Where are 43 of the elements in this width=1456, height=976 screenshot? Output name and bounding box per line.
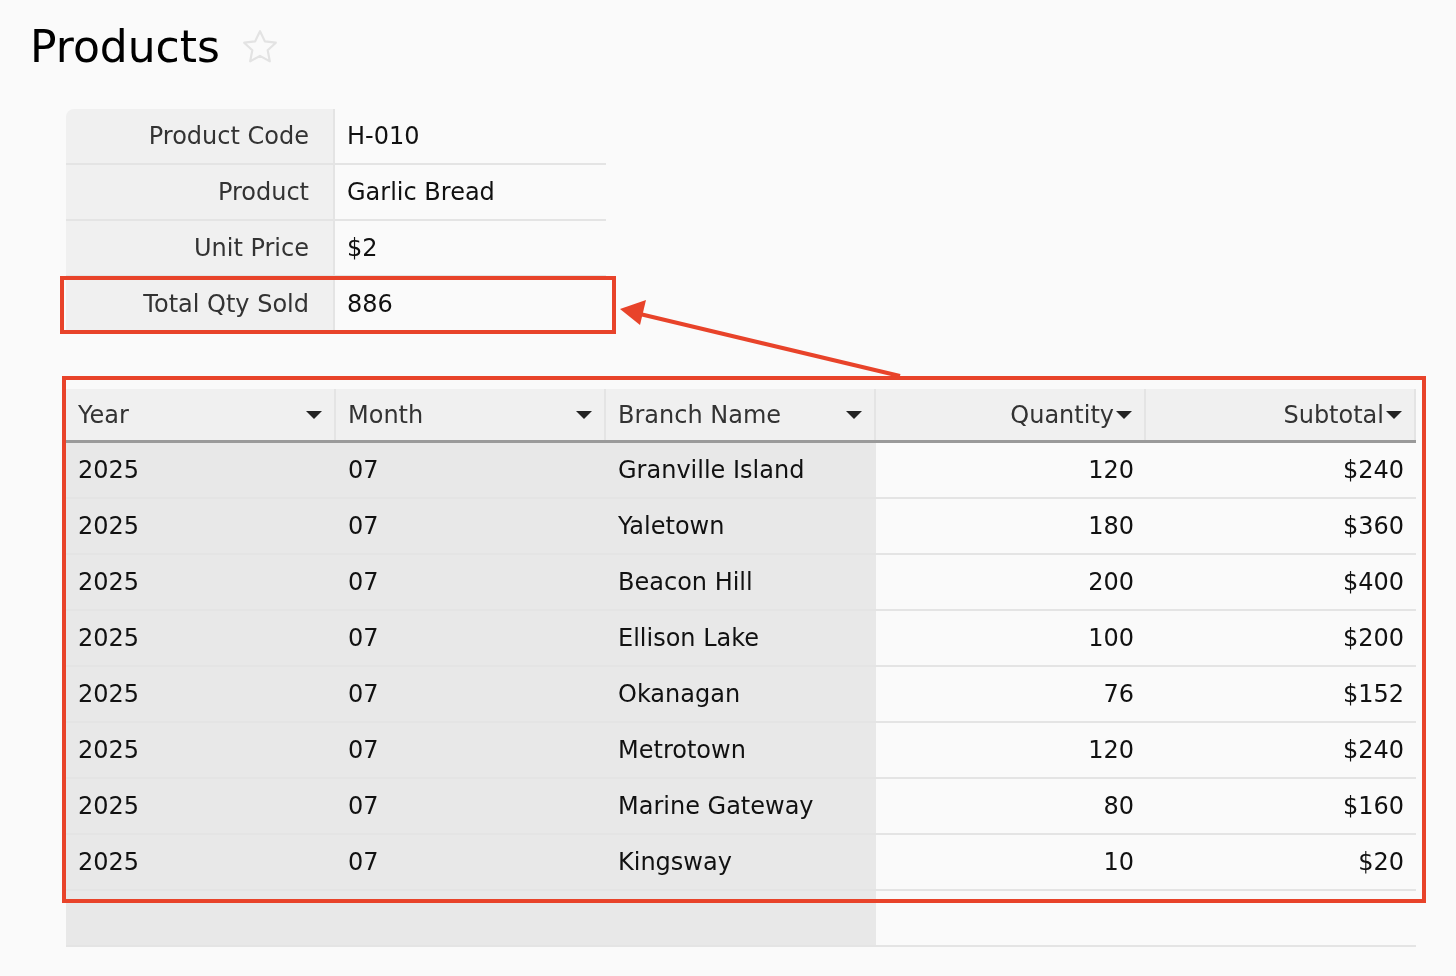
table-cell: Okanagan xyxy=(606,667,876,721)
table-cell: 2025 xyxy=(66,555,336,609)
table-cell: 07 xyxy=(336,443,606,497)
caret-icon xyxy=(576,409,592,420)
caret-icon xyxy=(1386,409,1402,420)
table-cell: 07 xyxy=(336,779,606,833)
column-header[interactable]: Quantity xyxy=(876,389,1146,440)
caret-icon xyxy=(306,409,322,420)
field-label: Total Qty Sold xyxy=(66,277,335,331)
table-cell: 2025 xyxy=(66,443,336,497)
table-cell: 07 xyxy=(336,835,606,889)
field-value: 886 xyxy=(346,289,394,320)
column-header[interactable]: Branch Name xyxy=(606,389,876,440)
field-value: $2 xyxy=(346,233,379,264)
table-cell: Yaletown xyxy=(606,499,876,553)
table-cell: Ellison Lake xyxy=(606,611,876,665)
table-cell: 2025 xyxy=(66,779,336,833)
page-title: Products xyxy=(30,20,220,74)
table-cell: 2025 xyxy=(66,723,336,777)
table-cell: 07 xyxy=(336,723,606,777)
table-cell: 2025 xyxy=(66,835,336,889)
caret-icon xyxy=(846,409,862,420)
table-cell: 2025 xyxy=(66,667,336,721)
caret-icon xyxy=(1116,409,1132,420)
column-header[interactable]: Month xyxy=(336,389,606,440)
column-header[interactable]: Year xyxy=(66,389,336,440)
table-cell: Granville Island xyxy=(606,443,876,497)
field-label: Product xyxy=(66,165,335,219)
field-value: H-010 xyxy=(346,121,421,152)
table-cell: Beacon Hill xyxy=(606,555,876,609)
table-cell: Marine Gateway xyxy=(606,779,876,833)
table-cell: 2025 xyxy=(66,499,336,553)
table-cell: Kingsway xyxy=(606,835,876,889)
table-cell: Metrotown xyxy=(606,723,876,777)
table-cell: 2025 xyxy=(66,611,336,665)
table-cell: 07 xyxy=(336,555,606,609)
field-label: Product Code xyxy=(66,109,335,163)
field-label: Unit Price xyxy=(66,221,335,275)
table-cell: 07 xyxy=(336,499,606,553)
table-cell: 07 xyxy=(336,667,606,721)
field-value: Garlic Bread xyxy=(346,177,496,208)
column-header[interactable]: Subtotal xyxy=(1146,389,1416,440)
table-cell: 07 xyxy=(336,611,606,665)
